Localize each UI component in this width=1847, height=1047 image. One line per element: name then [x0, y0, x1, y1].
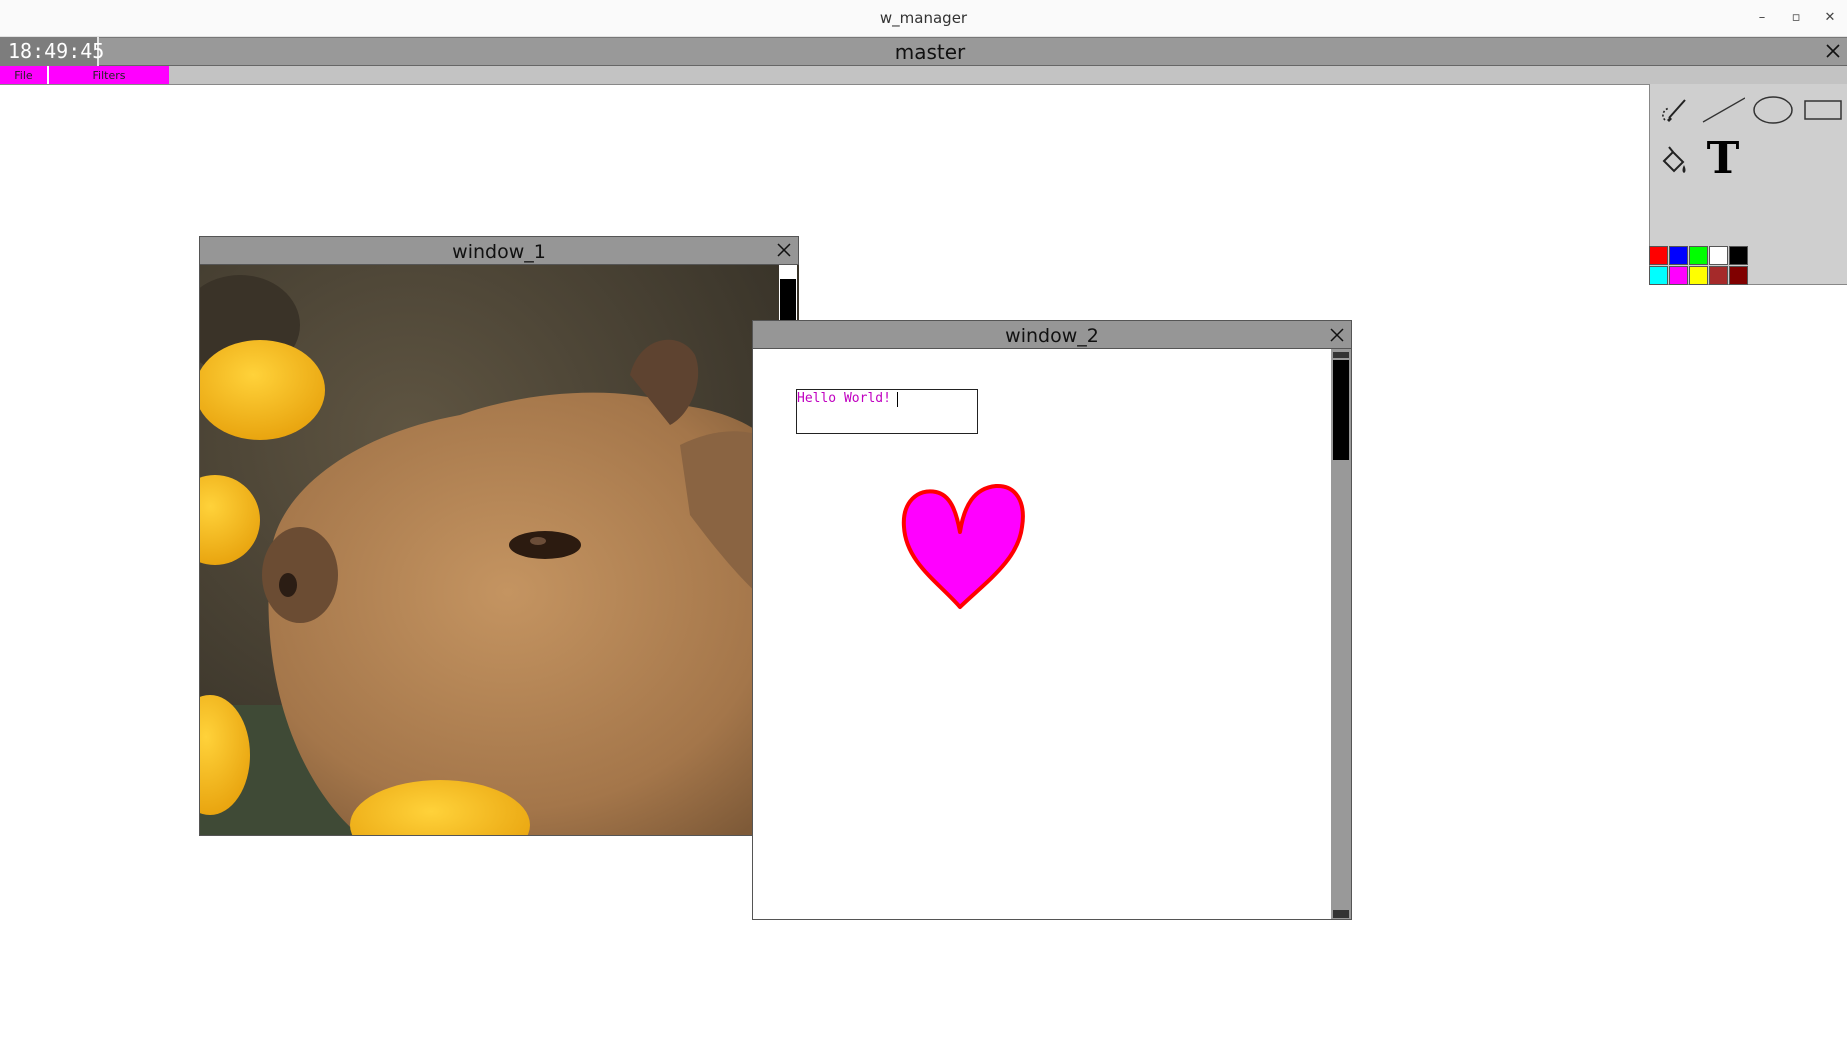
- clock: 18:49:45: [0, 37, 104, 66]
- text-input-value: Hello World!: [797, 391, 891, 406]
- window-1-capybara-image: [199, 265, 799, 836]
- rectangle-icon[interactable]: [1801, 88, 1845, 132]
- window-2-scroll-thumb[interactable]: [1333, 360, 1349, 460]
- window-1-title: window_1: [452, 241, 546, 263]
- menu-file[interactable]: File: [0, 66, 49, 84]
- master-title: master: [894, 40, 966, 64]
- menu-filters[interactable]: Filters: [49, 66, 169, 84]
- color-swatch-white[interactable]: [1709, 246, 1728, 265]
- window-1-close-icon[interactable]: [773, 239, 795, 261]
- master-close-icon[interactable]: [1822, 40, 1844, 62]
- color-swatch-yellow[interactable]: [1689, 266, 1708, 285]
- color-swatch-black[interactable]: [1729, 246, 1748, 265]
- window-1-scroll-thumb[interactable]: [780, 279, 796, 325]
- os-window-title: w_manager: [879, 9, 968, 27]
- line-icon[interactable]: [1701, 88, 1746, 132]
- ellipse-icon[interactable]: [1751, 88, 1795, 132]
- color-swatch-red[interactable]: [1649, 246, 1668, 265]
- color-swatch-magenta[interactable]: [1669, 266, 1688, 285]
- text-caret: [897, 392, 898, 407]
- paint-bucket-icon[interactable]: [1651, 139, 1695, 183]
- window-2-scroll-down[interactable]: [1333, 910, 1349, 918]
- window-1-titlebar[interactable]: window_1: [199, 236, 799, 265]
- window-2-title: window_2: [1005, 325, 1099, 347]
- color-swatch-blue[interactable]: [1669, 246, 1688, 265]
- heart-drawing: [898, 482, 1028, 614]
- color-swatch-maroon[interactable]: [1729, 266, 1748, 285]
- window-2-scroll-up[interactable]: [1333, 352, 1349, 358]
- window-2-close-icon[interactable]: [1326, 324, 1348, 346]
- freehand-brush-icon[interactable]: [1651, 88, 1695, 132]
- window-2-titlebar[interactable]: window_2: [752, 320, 1352, 349]
- color-swatch-brown[interactable]: [1709, 266, 1728, 285]
- color-swatch-cyan[interactable]: [1649, 266, 1668, 285]
- color-swatch-green[interactable]: [1689, 246, 1708, 265]
- maximize-button[interactable]: ▫: [1786, 8, 1806, 28]
- close-button[interactable]: ✕: [1820, 8, 1840, 28]
- window-2-canvas[interactable]: [752, 349, 1352, 920]
- text-tool-icon[interactable]: T: [1701, 137, 1745, 181]
- minimize-button[interactable]: –: [1752, 8, 1772, 28]
- menu-bar: [0, 66, 1847, 85]
